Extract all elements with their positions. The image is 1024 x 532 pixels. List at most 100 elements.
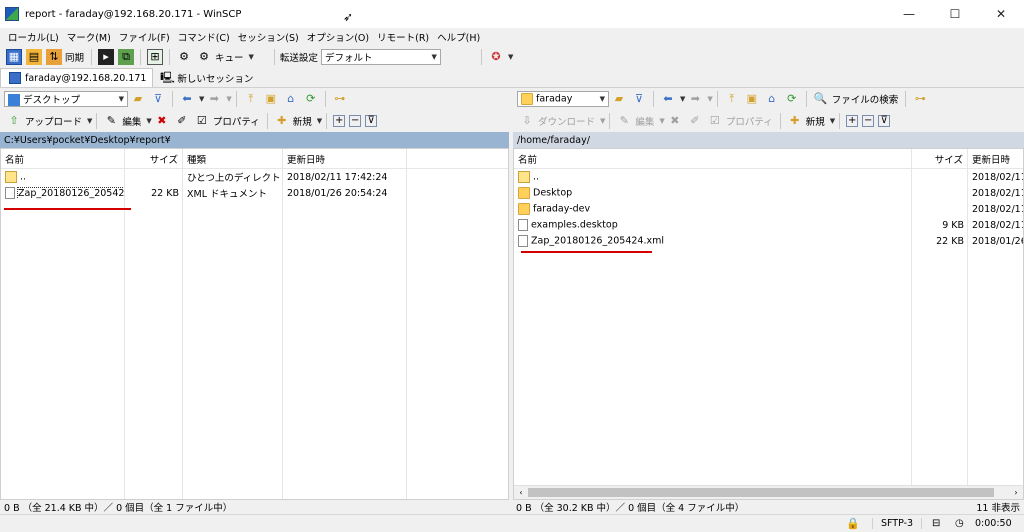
- upload-icon[interactable]: ⇧: [6, 113, 22, 129]
- forward-dropdown-caret[interactable]: ▼: [226, 95, 231, 103]
- preferences-icon[interactable]: ⊞: [147, 49, 164, 65]
- forward-arrow-icon[interactable]: ➡: [687, 91, 703, 107]
- col-modified[interactable]: 更新日時: [968, 149, 1023, 169]
- local-location-select[interactable]: デスクトップ ▼: [4, 91, 128, 107]
- properties-icon[interactable]: ☑: [194, 113, 210, 129]
- parent-directory-icon[interactable]: ⤒: [243, 91, 259, 107]
- back-dropdown-caret[interactable]: ▼: [680, 95, 685, 103]
- new-button[interactable]: 新規: [293, 114, 312, 128]
- remote-file-list[interactable]: 名前 サイズ 更新日時 .. 2018/02/11 Desktop 2018/0…: [513, 148, 1024, 500]
- tab-session[interactable]: faraday@192.168.20.171: [0, 68, 154, 87]
- filter-select-icon[interactable]: ⊽: [878, 115, 891, 127]
- forward-arrow-icon[interactable]: ➡: [206, 91, 222, 107]
- queue-dropdown-caret[interactable]: ▼: [249, 53, 254, 61]
- back-dropdown-caret[interactable]: ▼: [199, 95, 204, 103]
- filter-icon[interactable]: ⊽: [631, 91, 647, 107]
- local-path-bar[interactable]: C:¥Users¥pocket¥Desktop¥report¥: [0, 132, 509, 148]
- select-all-icon[interactable]: +: [333, 115, 346, 127]
- delete-icon[interactable]: ✖: [667, 113, 683, 129]
- rename-icon[interactable]: ✐: [687, 113, 703, 129]
- table-row[interactable]: .. 2018/02/11: [514, 169, 1023, 185]
- gear-icon[interactable]: ⚙: [176, 49, 192, 65]
- horizontal-scrollbar[interactable]: ‹ ›: [514, 485, 1023, 499]
- back-arrow-icon[interactable]: ⬅: [179, 91, 195, 107]
- putty-icon[interactable]: ⧉: [118, 49, 135, 65]
- menu-options[interactable]: オプション(O): [303, 30, 373, 44]
- maximize-button[interactable]: ☐: [932, 0, 978, 28]
- open-folder-icon[interactable]: ▰: [611, 91, 627, 107]
- edit-dropdown-caret[interactable]: ▼: [146, 117, 151, 125]
- root-directory-icon[interactable]: ▣: [744, 91, 760, 107]
- table-row[interactable]: .. ひとつ上のディレクトリ 2018/02/11 17:42:24: [1, 169, 508, 185]
- edit-icon[interactable]: ✎: [616, 113, 632, 129]
- edit-button[interactable]: 編集: [122, 114, 141, 128]
- upload-dropdown-caret[interactable]: ▼: [87, 117, 92, 125]
- transfer-preset-select[interactable]: デフォルト ▼: [320, 49, 441, 65]
- menu-file[interactable]: ファイル(F): [115, 30, 174, 44]
- rename-icon[interactable]: ✐: [174, 113, 190, 129]
- refresh-icon[interactable]: ⟳: [784, 91, 800, 107]
- filter-icon[interactable]: ⊽: [150, 91, 166, 107]
- scrollbar-thumb[interactable]: [528, 488, 994, 497]
- col-type[interactable]: 種類: [183, 149, 283, 169]
- home-icon[interactable]: ⌂: [283, 91, 299, 107]
- terminal-icon[interactable]: ▸: [98, 49, 115, 65]
- new-dropdown-caret[interactable]: ▼: [830, 117, 835, 125]
- table-row[interactable]: faraday-dev 2018/02/11: [514, 201, 1023, 217]
- root-directory-icon[interactable]: ▣: [263, 91, 279, 107]
- search-icon[interactable]: 🔍: [813, 91, 829, 107]
- menu-session[interactable]: セッション(S): [234, 30, 303, 44]
- col-size[interactable]: サイズ: [912, 149, 968, 169]
- minimize-button[interactable]: —: [886, 0, 932, 28]
- download-icon[interactable]: ⇩: [519, 113, 535, 129]
- remote-path-bar[interactable]: /home/faraday/: [513, 132, 1024, 148]
- properties-button[interactable]: プロパティ: [726, 114, 773, 128]
- table-row[interactable]: Desktop 2018/02/11: [514, 185, 1023, 201]
- properties-button[interactable]: プロパティ: [213, 114, 260, 128]
- compare-directories-icon[interactable]: ▤: [26, 49, 42, 65]
- scroll-right-icon[interactable]: ›: [1009, 488, 1023, 497]
- properties-icon[interactable]: ☑: [707, 113, 723, 129]
- refresh-icon[interactable]: ⟳: [303, 91, 319, 107]
- menu-help[interactable]: ヘルプ(H): [433, 30, 484, 44]
- new-folder-icon[interactable]: ✚: [787, 113, 803, 129]
- download-dropdown-caret[interactable]: ▼: [600, 117, 605, 125]
- local-file-list[interactable]: 名前 サイズ 種類 更新日時 ^ .. ひとつ上のディレクトリ 2018/02/…: [0, 148, 509, 500]
- upload-button[interactable]: アップロード: [25, 114, 82, 128]
- edit-button[interactable]: 編集: [635, 114, 654, 128]
- delete-icon[interactable]: ✖: [154, 113, 170, 129]
- menu-local[interactable]: ローカル(L): [4, 30, 63, 44]
- scroll-left-icon[interactable]: ‹: [514, 488, 528, 497]
- remote-location-select[interactable]: faraday ▼: [517, 91, 609, 107]
- deselect-icon[interactable]: −: [862, 115, 875, 127]
- menu-mark[interactable]: マーク(M): [63, 30, 115, 44]
- tab-new-session[interactable]: 🖳 新しいセッション: [153, 68, 259, 87]
- col-modified[interactable]: 更新日時: [283, 149, 407, 169]
- edit-icon[interactable]: ✎: [103, 113, 119, 129]
- table-row[interactable]: examples.desktop 9 KB 2018/02/11: [514, 217, 1023, 233]
- queue-button-label[interactable]: キュー: [215, 50, 244, 64]
- sync-icon[interactable]: ⇅: [46, 49, 62, 65]
- new-button[interactable]: 新規: [806, 114, 825, 128]
- menu-command[interactable]: コマンド(C): [174, 30, 234, 44]
- download-button[interactable]: ダウンロード: [538, 114, 595, 128]
- table-row[interactable]: Zap_20180126_205424.xml 22 KB 2018/01/26: [514, 233, 1023, 249]
- col-name[interactable]: 名前: [514, 149, 912, 169]
- filter-select-icon[interactable]: ⊽: [365, 115, 378, 127]
- table-row[interactable]: Zap_20180126_205424... 22 KB XML ドキュメント …: [1, 185, 508, 201]
- deselect-icon[interactable]: −: [349, 115, 362, 127]
- queue-icon[interactable]: ⚙: [196, 49, 212, 65]
- connect-icon[interactable]: ✪: [488, 49, 504, 65]
- sync-button-label[interactable]: 同期: [65, 50, 84, 64]
- tree-icon[interactable]: ⊶: [332, 91, 348, 107]
- new-window-icon[interactable]: ▦: [6, 49, 22, 65]
- new-dropdown-caret[interactable]: ▼: [317, 117, 322, 125]
- open-folder-icon[interactable]: ▰: [130, 91, 146, 107]
- parent-directory-icon[interactable]: ⤒: [724, 91, 740, 107]
- col-size[interactable]: サイズ: [125, 149, 183, 169]
- back-arrow-icon[interactable]: ⬅: [660, 91, 676, 107]
- close-button[interactable]: ✕: [978, 0, 1024, 28]
- menu-remote[interactable]: リモート(R): [373, 30, 433, 44]
- find-files-button[interactable]: ファイルの検索: [832, 92, 899, 106]
- home-icon[interactable]: ⌂: [764, 91, 780, 107]
